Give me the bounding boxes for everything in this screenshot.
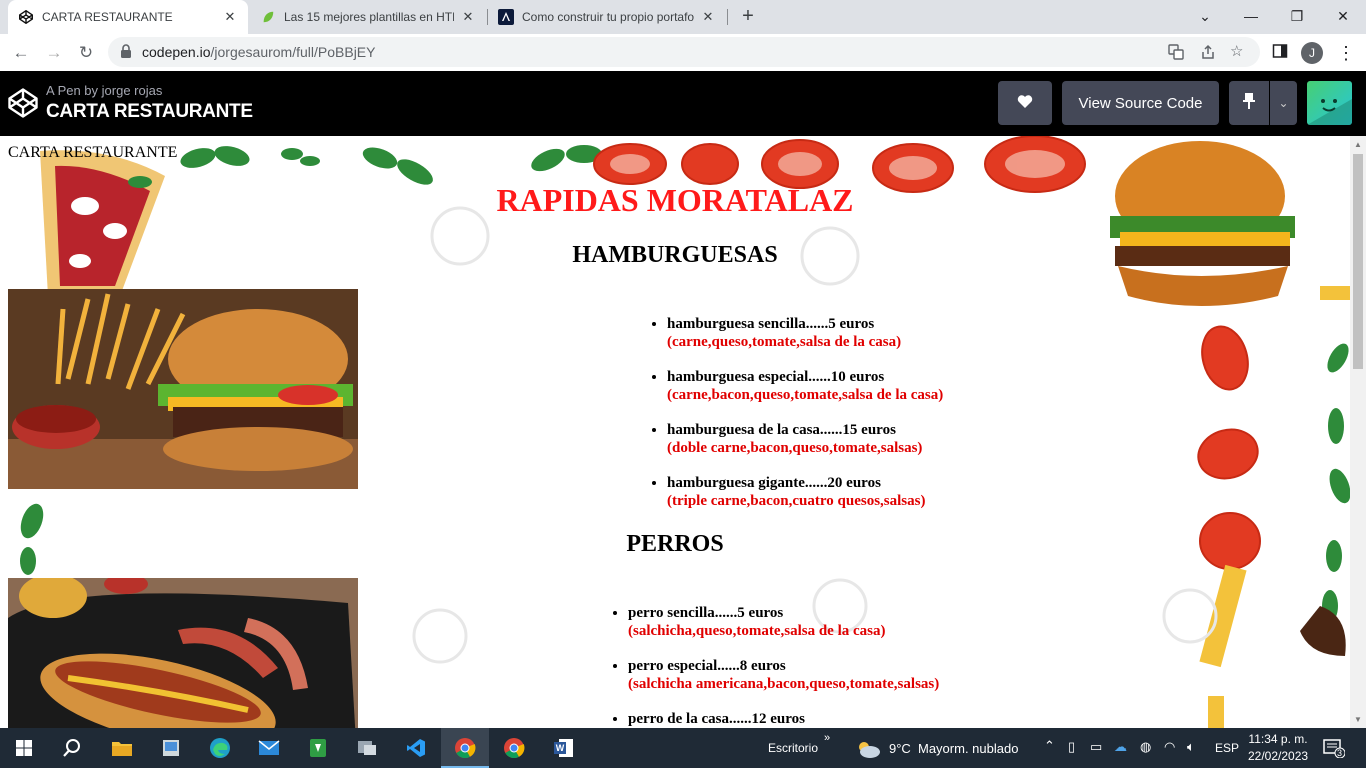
chevron-down-icon: ⌄: [1278, 96, 1289, 110]
tab-title: Como construir tu propio portafo: [522, 10, 694, 24]
tab-strip: CARTA RESTAURANTE ✕ Las 15 mejores plant…: [0, 0, 1366, 34]
share-icon[interactable]: [1200, 44, 1216, 60]
file-explorer-icon[interactable]: [98, 728, 146, 768]
onedrive-icon[interactable]: ☁: [1114, 739, 1127, 755]
side-panel-icon[interactable]: [1270, 43, 1290, 63]
forward-arrow-icon[interactable]: →: [40, 39, 68, 67]
photos-app-icon[interactable]: [147, 728, 195, 768]
language-indicator[interactable]: ESP: [1215, 741, 1239, 755]
like-button[interactable]: [998, 81, 1052, 125]
angular-icon: [498, 9, 514, 25]
perros-list: perro sencilla......5 euros(salchicha,qu…: [628, 605, 939, 728]
scrollbar-thumb[interactable]: [1353, 154, 1363, 369]
weather-temp[interactable]: 9°C: [889, 741, 911, 756]
new-tab-button[interactable]: +: [736, 4, 760, 28]
svg-text:W: W: [556, 743, 565, 753]
mail-icon[interactable]: [245, 728, 293, 768]
desktop-toolbar-label[interactable]: Escritorio: [768, 741, 818, 755]
tab-title: Las 15 mejores plantillas en HTM: [284, 10, 454, 24]
close-window-button[interactable]: ✕: [1320, 0, 1366, 34]
list-item: perro especial......8 euros(salchicha am…: [628, 658, 939, 693]
pen-byline[interactable]: A Pen by jorge rojas: [46, 83, 162, 98]
pen-output: CARTA RESTAURANTE RAPIDAS MORATALAZ HAMB…: [0, 136, 1366, 728]
edge-icon[interactable]: [196, 728, 244, 768]
reload-icon[interactable]: ↻: [72, 39, 100, 67]
close-tab-icon[interactable]: ✕: [460, 9, 476, 25]
list-item: hamburguesa de la casa......15 euros(dob…: [667, 422, 943, 457]
battery-icon[interactable]: ▭: [1090, 739, 1102, 755]
scroll-down-icon[interactable]: ▼: [1354, 715, 1362, 724]
vscode-icon[interactable]: [392, 728, 440, 768]
pin-dropdown-button[interactable]: ⌄: [1270, 81, 1297, 125]
tab-plantillas[interactable]: Las 15 mejores plantillas en HTM ✕: [250, 0, 486, 34]
close-tab-icon[interactable]: ✕: [700, 9, 716, 25]
section-title-perros: PERROS: [626, 531, 724, 557]
pen-title: CARTA RESTAURANTE: [46, 101, 253, 122]
heart-icon: [1017, 94, 1033, 113]
network-icon[interactable]: ◍: [1140, 739, 1151, 755]
leaf-icon: [260, 9, 276, 25]
page-scrollbar[interactable]: ▲ ▼: [1350, 136, 1366, 728]
codepen-header: A Pen by jorge rojas CARTA RESTAURANTE V…: [0, 71, 1366, 136]
word-icon[interactable]: W: [540, 728, 588, 768]
burger-photo: [8, 289, 358, 489]
list-item: perro de la casa......12 euros: [628, 711, 939, 728]
tab-search-chevron-icon[interactable]: ⌄: [1182, 0, 1228, 34]
volume-icon[interactable]: 🔈︎: [1187, 739, 1195, 755]
scroll-up-icon[interactable]: ▲: [1354, 140, 1362, 149]
tab-title: CARTA RESTAURANTE: [42, 10, 173, 24]
back-arrow-icon[interactable]: ←: [7, 39, 35, 67]
lock-icon: [120, 44, 132, 63]
settings-app-icon[interactable]: [343, 728, 391, 768]
list-item: hamburguesa gigante......20 euros(triple…: [667, 475, 943, 510]
tab-portafolio[interactable]: Como construir tu propio portafo ✕: [488, 0, 726, 34]
list-item: perro sencilla......5 euros(salchicha,qu…: [628, 605, 939, 640]
chrome-icon[interactable]: [441, 728, 489, 768]
clock-date[interactable]: 22/02/2023: [1248, 749, 1308, 763]
notification-count: 3: [1337, 748, 1343, 758]
menu-kebab-icon[interactable]: ⋮: [1336, 43, 1356, 63]
browser-toolbar: ← → ↻ codepen.io/jorgesaurom/full/PoBBjE…: [0, 34, 1366, 71]
chevron-right-icon[interactable]: »: [824, 732, 830, 744]
view-source-button[interactable]: View Source Code: [1062, 81, 1219, 125]
chrome-profile-icon[interactable]: [490, 728, 538, 768]
windows-start-icon[interactable]: [0, 728, 48, 768]
list-item: hamburguesa sencilla......5 euros(carne,…: [667, 316, 943, 351]
tray-device-icon[interactable]: ▯: [1068, 739, 1075, 755]
pin-icon: [1243, 92, 1255, 114]
minimize-button[interactable]: —: [1228, 0, 1274, 34]
doc-title: CARTA RESTAURANTE: [8, 144, 178, 161]
codepen-icon: [18, 9, 34, 25]
address-bar[interactable]: codepen.io/jorgesaurom/full/PoBBjEY ☆: [108, 37, 1260, 67]
restore-button[interactable]: ❐: [1274, 0, 1320, 34]
tray-overflow-icon[interactable]: ⌃: [1044, 738, 1055, 754]
clock-time[interactable]: 11:34 p. m.: [1248, 732, 1308, 746]
user-avatar[interactable]: [1307, 81, 1352, 125]
tab-carta-restaurante[interactable]: CARTA RESTAURANTE ✕: [8, 0, 248, 34]
weather-cloud-icon[interactable]: [855, 739, 881, 764]
close-tab-icon[interactable]: ✕: [222, 9, 238, 25]
app-green-icon[interactable]: [294, 728, 342, 768]
section-title-hamburguesas: HAMBURGUESAS: [572, 242, 778, 268]
codepen-logo-icon[interactable]: [8, 88, 38, 123]
bookmark-star-icon[interactable]: ☆: [1230, 44, 1246, 60]
translate-icon[interactable]: [1168, 44, 1184, 60]
restaurant-heading: RAPIDAS MORATALAZ: [496, 182, 854, 218]
hamburguesas-list: hamburguesa sencilla......5 euros(carne,…: [667, 316, 943, 528]
url-text: codepen.io/jorgesaurom/full/PoBBjEY: [142, 44, 376, 60]
search-icon[interactable]: [48, 728, 96, 768]
windows-taskbar: W Escritorio » 9°C Mayorm. nublado ⌃ ▯ ▭…: [0, 728, 1366, 768]
pin-button[interactable]: [1229, 81, 1269, 125]
list-item: hamburguesa especial......10 euros(carne…: [667, 369, 943, 404]
profile-avatar[interactable]: J: [1301, 42, 1323, 64]
wifi-icon[interactable]: ◠: [1164, 739, 1175, 755]
weather-description[interactable]: Mayorm. nublado: [918, 741, 1018, 756]
hotdog-photo: [8, 578, 358, 728]
